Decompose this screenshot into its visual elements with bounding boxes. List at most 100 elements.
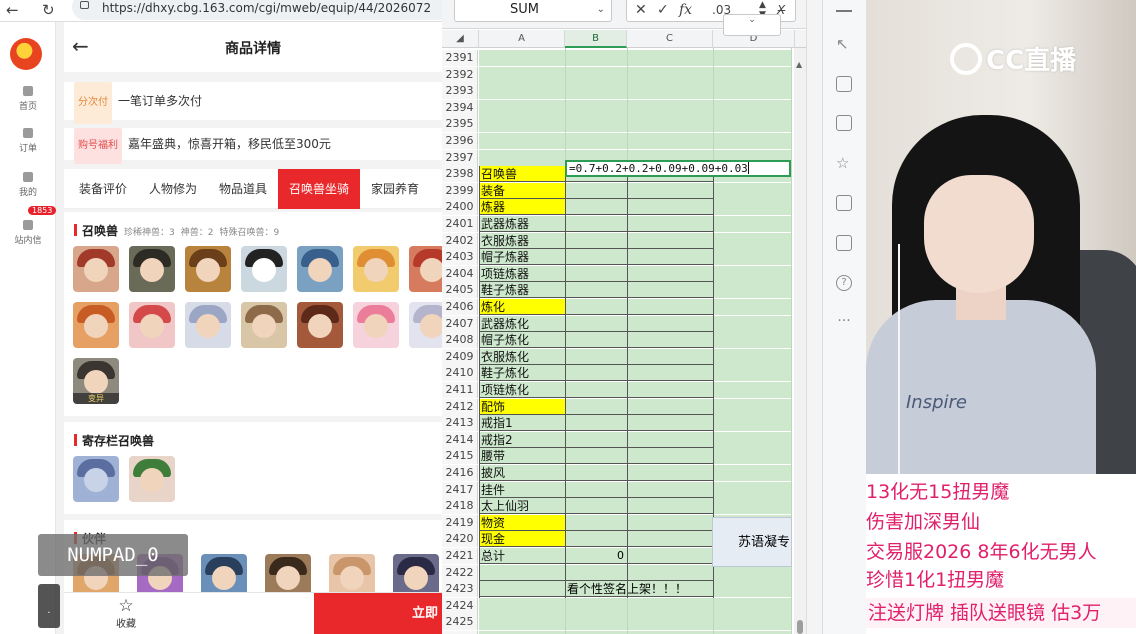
cell-b[interactable] [565,482,627,498]
promo-row[interactable]: 购号福利 嘉年盛典，惊喜开箱，移民低至300元 [64,128,442,164]
cell-a[interactable]: 腰带 [479,448,565,465]
tab-items[interactable]: 物品道具 [208,169,278,209]
row-number[interactable]: 2408 [442,332,478,349]
cell-b[interactable] [565,133,627,149]
row-number[interactable]: 2415 [442,448,478,465]
cell-a[interactable]: 衣服炼器 [479,233,565,249]
cell-c[interactable] [627,415,713,432]
cell-a[interactable]: 总计 [479,548,565,564]
pet-avatar[interactable] [353,246,399,292]
cell-b[interactable] [565,83,627,99]
cell-b[interactable] [565,415,627,432]
sidebar-item-orders[interactable]: 订单 [0,128,56,154]
cell-c[interactable] [627,83,713,99]
cell-b[interactable] [565,598,627,614]
row-number[interactable]: 2410 [442,365,478,382]
cell-b[interactable] [565,299,627,315]
cell-c[interactable] [627,349,713,365]
stored-pet-avatar[interactable] [73,456,119,502]
cell-c[interactable] [627,382,713,398]
row-number[interactable]: 2420 [442,531,478,548]
cell-b[interactable] [565,365,627,382]
cell-c[interactable] [627,465,713,481]
vertical-scrollbar[interactable]: ▲ [794,48,806,634]
cell-c[interactable] [627,515,713,531]
row-number[interactable]: 2414 [442,431,478,448]
pet-avatar[interactable] [409,246,442,292]
cell-a[interactable]: 鞋子炼化 [479,365,565,382]
row-number[interactable]: 2397 [442,149,478,166]
cell-b[interactable]: 看个性签名上架！！！ [565,581,687,598]
cell-a[interactable] [479,150,565,166]
cell-a[interactable]: 挂件 [479,482,565,498]
autocomplete-dropdown[interactable]: ⌄ [723,14,781,36]
cell-c[interactable] [627,216,713,232]
row-number[interactable]: 2396 [442,133,478,149]
fx-icon[interactable]: fx [679,0,692,21]
cell-c[interactable] [627,432,713,448]
adjust-icon[interactable] [836,76,852,92]
address-bar[interactable]: https://dhxy.cbg.163.com/cgi/mweb/equip/… [72,0,442,20]
cell-c[interactable] [627,183,713,199]
cell-c[interactable] [627,448,713,465]
row-number[interactable]: 2411 [442,382,478,398]
pet-avatar[interactable] [129,302,175,348]
row-number[interactable]: 2417 [442,481,478,498]
cell-b[interactable] [565,399,627,415]
cell-b[interactable] [565,332,627,349]
cell-a[interactable] [479,133,565,149]
buy-now-button[interactable]: 立即 [314,593,442,634]
cell-a[interactable]: 装备 [479,182,565,199]
column-header[interactable]: C [627,30,713,48]
scrollbar-thumb[interactable] [797,620,803,634]
cell-a[interactable] [479,50,565,66]
cell-b[interactable] [565,249,627,266]
favorite-button[interactable]: ☆ 收藏 [104,597,148,630]
cell-c[interactable] [627,299,713,315]
cell-b[interactable] [565,565,627,581]
row-number[interactable]: 2403 [442,249,478,266]
cell-b[interactable] [565,216,627,232]
row-number[interactable]: 2422 [442,564,478,581]
cell-a[interactable]: 物资 [479,514,565,531]
cell-a[interactable] [479,565,565,581]
pet-avatar[interactable] [353,302,399,348]
pet-avatar[interactable] [129,246,175,292]
cancel-icon[interactable]: ✕ [635,0,647,21]
cell-b[interactable] [565,515,627,531]
more-icon[interactable]: ··· [836,314,852,332]
cell-a[interactable]: 武器炼器 [479,216,565,232]
pet-avatar[interactable] [297,302,343,348]
table-icon[interactable] [836,115,852,131]
row-number[interactable]: 2394 [442,99,478,116]
column-header[interactable]: B [565,30,627,48]
note-cell[interactable]: 苏语凝专 [712,517,792,567]
cell-b[interactable] [565,432,627,448]
cell-b[interactable] [565,316,627,332]
cell-a[interactable]: 披风 [479,465,565,481]
pet-avatar[interactable] [241,302,287,348]
cell-c[interactable] [627,199,713,216]
stored-pet-avatar[interactable] [129,456,175,502]
row-number[interactable]: 2423 [442,581,478,598]
image-tool-icon[interactable] [836,195,852,211]
pet-avatar[interactable]: 变异 [73,358,119,404]
cell-a[interactable]: 戒指1 [479,415,565,432]
cell-a[interactable] [479,83,565,99]
help-icon[interactable]: ? [836,275,852,291]
cell-a[interactable]: 鞋子炼器 [479,282,565,299]
row-number[interactable]: 2424 [442,597,478,614]
cell-c[interactable] [627,598,713,614]
row-number[interactable]: 2418 [442,498,478,515]
cell-b[interactable] [565,233,627,249]
row-number[interactable]: 2409 [442,348,478,365]
reload-icon[interactable]: ↻ [42,1,55,19]
tab-character-cultivation[interactable]: 人物修为 [138,169,208,209]
cell-a[interactable]: 武器炼化 [479,316,565,332]
cell-b[interactable] [565,50,627,66]
cell-c[interactable] [627,116,713,132]
pet-avatar[interactable] [73,302,119,348]
cell-a[interactable]: 帽子炼化 [479,332,565,349]
row-number[interactable]: 2406 [442,299,478,315]
row-number[interactable]: 2393 [442,83,478,100]
